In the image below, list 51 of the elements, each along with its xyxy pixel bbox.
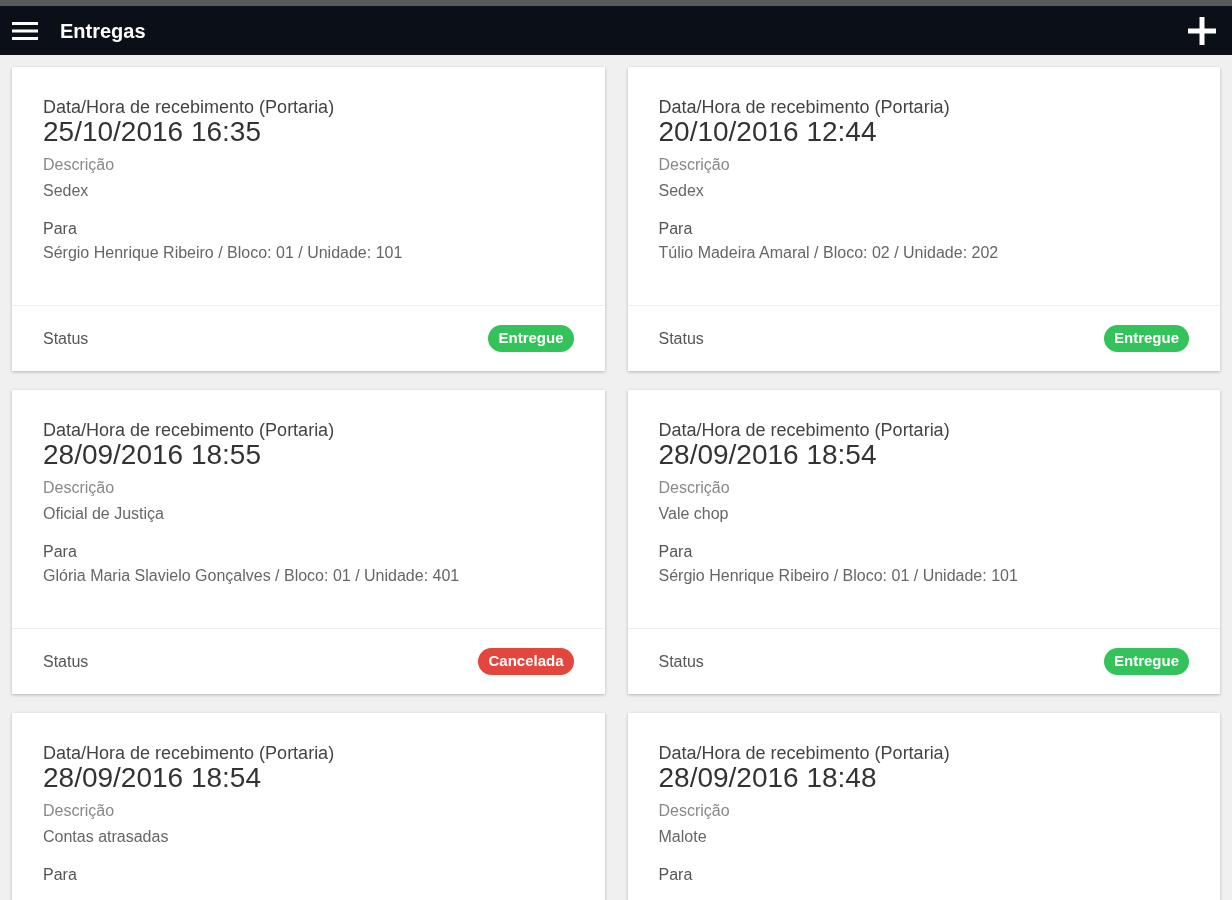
field-label: Descrição xyxy=(43,478,115,498)
status-badge: Entregue xyxy=(488,325,574,352)
status-badge: Cancelada xyxy=(478,648,574,675)
app-title: Entregas xyxy=(60,18,146,44)
field-label: Para xyxy=(658,542,693,562)
field-label: Descrição xyxy=(43,155,115,175)
delivery-card[interactable]: Data/Hora de recebimento (Portaria) 28/09/2016 18:54 Descrição Vale chop Para Sérgio Henrique Ribeiro / Bloco: 01 / Unidade: 101 Status Entregue xyxy=(627,390,1220,694)
field-label: Data/Hora de recebimento (Portaria) xyxy=(43,420,335,440)
status-badge: Entregue xyxy=(1104,325,1189,352)
field-label: Data/Hora de recebimento (Portaria) xyxy=(43,743,335,763)
field-label: Para xyxy=(43,542,77,562)
delivery-card[interactable]: Data/Hora de recebimento (Portaria) 28/09/2016 18:54 Descrição Contas atrasadas Para xyxy=(12,713,605,900)
received-date: 28/09/2016 18:54 xyxy=(658,440,877,470)
field-label: Status xyxy=(658,651,704,672)
description-value: Sedex xyxy=(43,181,89,201)
recipient-value: Sérgio Henrique Ribeiro / Bloco: 01 / Unidade: 101 xyxy=(658,566,1018,586)
delivery-card[interactable]: Data/Hora de recebimento (Portaria) 25/10/2016 16:35 Descrição Sedex Para Sérgio Henrique Ribeiro / Bloco: 01 / Unidade: 101 Status Entregue xyxy=(12,67,605,371)
recipient-value: Sérgio Henrique Ribeiro / Bloco: 01 / Unidade: 101 xyxy=(43,243,403,263)
field-label: Descrição xyxy=(658,801,730,821)
field-label: Data/Hora de recebimento (Portaria) xyxy=(658,743,950,763)
description-value: Contas atrasadas xyxy=(43,827,169,847)
menu-icon[interactable] xyxy=(12,20,38,41)
status-badge: Entregue xyxy=(1104,648,1189,675)
received-date: 28/09/2016 18:48 xyxy=(658,763,877,793)
field-label: Status xyxy=(43,328,89,349)
field-label: Descrição xyxy=(658,478,730,498)
delivery-card[interactable]: Data/Hora de recebimento (Portaria) 28/09/2016 18:48 Descrição Malote Para xyxy=(627,713,1220,900)
description-value: Vale chop xyxy=(658,504,729,524)
field-label: Data/Hora de recebimento (Portaria) xyxy=(43,97,335,117)
received-date: 20/10/2016 12:44 xyxy=(658,117,877,147)
field-label: Status xyxy=(43,651,89,672)
description-value: Oficial de Justiça xyxy=(43,504,164,524)
field-label: Para xyxy=(658,219,693,239)
field-label: Data/Hora de recebimento (Portaria) xyxy=(658,420,950,440)
field-label: Data/Hora de recebimento (Portaria) xyxy=(658,97,950,117)
received-date: 28/09/2016 18:54 xyxy=(43,763,261,793)
field-label: Para xyxy=(43,219,77,239)
received-date: 25/10/2016 16:35 xyxy=(43,117,261,147)
delivery-card[interactable]: Data/Hora de recebimento (Portaria) 20/10/2016 12:44 Descrição Sedex Para Túlio Madeira Amaral / Bloco: 02 / Unidade: 202 Status Entregue xyxy=(627,67,1220,371)
field-label: Para xyxy=(43,865,77,885)
delivery-card[interactable]: Data/Hora de recebimento (Portaria) 28/09/2016 18:55 Descrição Oficial de Justiça Para Glória Maria Slavielo Gonçalves / Bloco: 01 / Unidade: 401 Status Cancelada xyxy=(12,390,605,694)
description-value: Malote xyxy=(658,827,707,847)
recipient-value: Túlio Madeira Amaral / Bloco: 02 / Unidade: 202 xyxy=(658,243,999,263)
field-label: Descrição xyxy=(658,155,730,175)
received-date: 28/09/2016 18:55 xyxy=(43,440,261,470)
recipient-value: Glória Maria Slavielo Gonçalves / Bloco: 01 / Unidade: 401 xyxy=(43,566,460,586)
field-label: Para xyxy=(658,865,693,885)
add-icon[interactable] xyxy=(1187,15,1217,46)
field-label: Status xyxy=(658,328,704,349)
field-label: Descrição xyxy=(43,801,115,821)
description-value: Sedex xyxy=(658,181,704,201)
